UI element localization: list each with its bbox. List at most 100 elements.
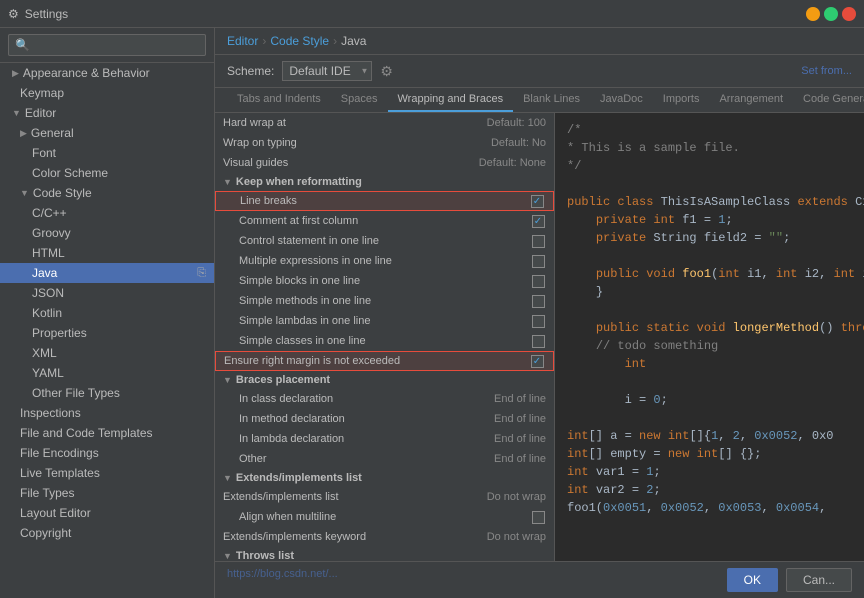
comment-first-col-checkbox-area[interactable] bbox=[530, 215, 546, 228]
sidebar-item-yaml[interactable]: YAML bbox=[0, 363, 214, 383]
ok-button[interactable]: OK bbox=[727, 568, 778, 592]
scheme-select-wrap[interactable]: Default IDE bbox=[282, 61, 372, 81]
multiple-expr-checkbox-area[interactable] bbox=[530, 255, 546, 268]
tab-spaces[interactable]: Spaces bbox=[331, 88, 388, 112]
sidebar-item-java[interactable]: Java ⎘ bbox=[0, 263, 214, 283]
line-breaks-checkbox[interactable] bbox=[531, 195, 544, 208]
sidebar-item-other-file-types[interactable]: Other File Types bbox=[0, 383, 214, 403]
method-decl-row: In method declaration End of line bbox=[215, 409, 554, 429]
sidebar-item-html[interactable]: HTML bbox=[0, 243, 214, 263]
tab-wrapping-braces[interactable]: Wrapping and Braces bbox=[388, 88, 514, 112]
align-multiline-row[interactable]: Align when multiline bbox=[215, 507, 554, 527]
breadcrumb-sep1: › bbox=[262, 34, 266, 48]
line-breaks-row[interactable]: Line breaks bbox=[215, 191, 554, 211]
code-line: */ bbox=[567, 157, 852, 175]
sidebar-item-copyright[interactable]: Copyright bbox=[0, 523, 214, 543]
sidebar-item-layout-editor[interactable]: Layout Editor bbox=[0, 503, 214, 523]
sidebar-item-label: File Types bbox=[20, 486, 74, 500]
code-line: * This is a sample file. bbox=[567, 139, 852, 157]
minimize-button[interactable] bbox=[806, 7, 820, 21]
line-breaks-checkbox-area[interactable] bbox=[529, 195, 545, 208]
arrow-icon: ▶ bbox=[20, 128, 27, 139]
sidebar-item-code-style[interactable]: ▼ Code Style bbox=[0, 183, 214, 203]
sidebar-item-color-scheme[interactable]: Color Scheme bbox=[0, 163, 214, 183]
simple-blocks-row[interactable]: Simple blocks in one line bbox=[215, 271, 554, 291]
extends-section[interactable]: ▼ Extends/implements list bbox=[215, 469, 554, 487]
sidebar-item-editor[interactable]: ▼ Editor bbox=[0, 103, 214, 123]
right-margin-checkbox-area[interactable] bbox=[529, 355, 545, 368]
sidebar-item-xml[interactable]: XML bbox=[0, 343, 214, 363]
tab-blank-lines[interactable]: Blank Lines bbox=[513, 88, 590, 112]
sidebar-item-appearance[interactable]: ▶ Appearance & Behavior bbox=[0, 63, 214, 83]
comment-first-col-row[interactable]: Comment at first column bbox=[215, 211, 554, 231]
tab-arrangement[interactable]: Arrangement bbox=[709, 88, 793, 112]
scheme-select[interactable]: Default IDE bbox=[282, 61, 372, 81]
sidebar-item-live-templates[interactable]: Live Templates bbox=[0, 463, 214, 483]
control-stmt-checkbox-area[interactable] bbox=[530, 235, 546, 248]
right-margin-row[interactable]: Ensure right margin is not exceeded bbox=[215, 351, 554, 371]
simple-blocks-checkbox[interactable] bbox=[532, 275, 545, 288]
code-line bbox=[567, 247, 852, 265]
tab-imports[interactable]: Imports bbox=[653, 88, 710, 112]
sidebar-item-file-types[interactable]: File Types bbox=[0, 483, 214, 503]
simple-methods-checkbox-area[interactable] bbox=[530, 295, 546, 308]
simple-classes-checkbox-area[interactable] bbox=[530, 335, 546, 348]
lambda-decl-label: In lambda declaration bbox=[239, 433, 466, 445]
throws-section[interactable]: ▼ Throws list bbox=[215, 547, 554, 561]
arrow-icon: ▼ bbox=[12, 108, 21, 118]
extends-list-value[interactable]: Do not wrap bbox=[466, 491, 546, 503]
sidebar-item-cpp[interactable]: C/C++ bbox=[0, 203, 214, 223]
arrow-icon: ▼ bbox=[223, 177, 232, 187]
tabs-bar: Tabs and Indents Spaces Wrapping and Bra… bbox=[215, 88, 864, 113]
class-decl-row: In class declaration End of line bbox=[215, 389, 554, 409]
sidebar-item-groovy[interactable]: Groovy bbox=[0, 223, 214, 243]
lambda-decl-value[interactable]: End of line bbox=[466, 433, 546, 445]
set-from-link[interactable]: Set from... bbox=[801, 65, 852, 77]
simple-lambdas-checkbox-area[interactable] bbox=[530, 315, 546, 328]
simple-methods-row[interactable]: Simple methods in one line bbox=[215, 291, 554, 311]
method-decl-value[interactable]: End of line bbox=[466, 413, 546, 425]
sidebar-item-properties[interactable]: Properties bbox=[0, 323, 214, 343]
sidebar-item-kotlin[interactable]: Kotlin bbox=[0, 303, 214, 323]
control-stmt-checkbox[interactable] bbox=[532, 235, 545, 248]
control-stmt-row[interactable]: Control statement in one line bbox=[215, 231, 554, 251]
simple-classes-checkbox[interactable] bbox=[532, 335, 545, 348]
simple-classes-row[interactable]: Simple classes in one line bbox=[215, 331, 554, 351]
align-multiline-checkbox-area[interactable] bbox=[530, 511, 546, 524]
align-multiline-checkbox[interactable] bbox=[532, 511, 545, 524]
tab-code-generation[interactable]: Code Generation bbox=[793, 88, 864, 112]
bottom-bar: https://blog.csdn.net/... OK Can... bbox=[215, 561, 864, 598]
search-box[interactable] bbox=[0, 28, 214, 63]
maximize-button[interactable] bbox=[824, 7, 838, 21]
search-input[interactable] bbox=[8, 34, 206, 56]
tab-javadoc[interactable]: JavaDoc bbox=[590, 88, 653, 112]
class-decl-value[interactable]: End of line bbox=[466, 393, 546, 405]
breadcrumb-codestyle[interactable]: Code Style bbox=[270, 34, 329, 48]
keep-reformatting-section[interactable]: ▼ Keep when reformatting bbox=[215, 173, 554, 191]
braces-section[interactable]: ▼ Braces placement bbox=[215, 371, 554, 389]
other-value[interactable]: End of line bbox=[466, 453, 546, 465]
cancel-button[interactable]: Can... bbox=[786, 568, 852, 592]
gear-icon[interactable]: ⚙ bbox=[380, 63, 393, 80]
tab-tabs-indents[interactable]: Tabs and Indents bbox=[227, 88, 331, 112]
code-line: int var2 = 2; bbox=[567, 481, 852, 499]
extends-keyword-value[interactable]: Do not wrap bbox=[466, 531, 546, 543]
sidebar-item-inspections[interactable]: Inspections bbox=[0, 403, 214, 423]
sidebar-item-general[interactable]: ▶ General bbox=[0, 123, 214, 143]
sidebar-item-keymap[interactable]: Keymap bbox=[0, 83, 214, 103]
simple-lambdas-row[interactable]: Simple lambdas in one line bbox=[215, 311, 554, 331]
breadcrumb-editor[interactable]: Editor bbox=[227, 34, 258, 48]
multiple-expr-row[interactable]: Multiple expressions in one line bbox=[215, 251, 554, 271]
close-button[interactable] bbox=[842, 7, 856, 21]
simple-methods-checkbox[interactable] bbox=[532, 295, 545, 308]
comment-first-col-checkbox[interactable] bbox=[532, 215, 545, 228]
sidebar-item-json[interactable]: JSON bbox=[0, 283, 214, 303]
sidebar-item-file-encodings[interactable]: File Encodings bbox=[0, 443, 214, 463]
right-margin-checkbox[interactable] bbox=[531, 355, 544, 368]
simple-blocks-checkbox-area[interactable] bbox=[530, 275, 546, 288]
simple-lambdas-checkbox[interactable] bbox=[532, 315, 545, 328]
multiple-expr-checkbox[interactable] bbox=[532, 255, 545, 268]
sidebar-item-font[interactable]: Font bbox=[0, 143, 214, 163]
sidebar-item-file-code-templates[interactable]: File and Code Templates bbox=[0, 423, 214, 443]
sidebar-item-label: File and Code Templates bbox=[20, 426, 153, 440]
